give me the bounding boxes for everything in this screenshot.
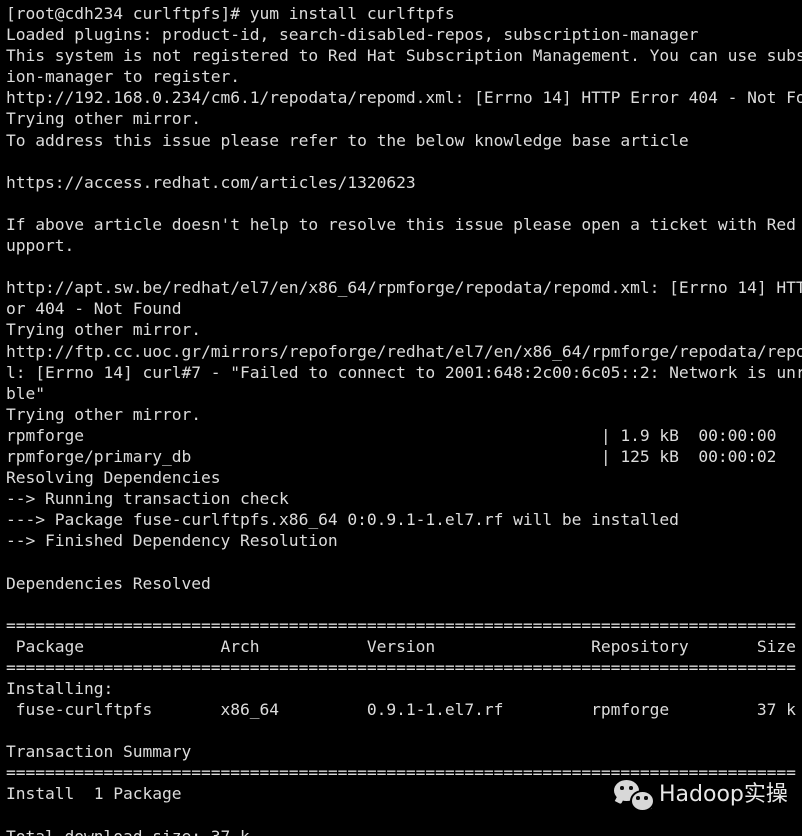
terminal-line-url: https://access.redhat.com/articles/13206… [6,172,416,192]
terminal-line: This system is not registered to Red Hat… [6,46,802,66]
table-separator: ========================================… [6,615,796,635]
terminal-line: If above article doesn't help to resolve… [6,214,802,234]
terminal-line: ---> Package fuse-curlftpfs.x86_64 0:0.9… [6,510,679,530]
install-count-line: Install 1 Package [6,784,182,804]
terminal-line: l: [Errno 14] curl#7 - "Failed to connec… [6,362,802,382]
terminal-line: Resolving Dependencies [6,468,221,488]
terminal-line: [root@cdh234 curlftpfs]# yum install cur… [6,4,455,23]
terminal-line: Trying other mirror. [6,320,202,340]
terminal-output[interactable]: [root@cdh234 curlftpfs]# yum install cur… [0,0,802,836]
terminal-line: ion-manager to register. [6,67,241,87]
terminal-line-dependencies-resolved: Dependencies Resolved [6,573,211,593]
table-header-row: Package Arch Version Repository Size [6,636,796,656]
terminal-line: To address this issue please refer to th… [6,130,689,150]
terminal-line-repo-progress: rpmforge/primary_db | 125 kB 00:00:02 [6,446,777,466]
terminal-line: ble" [6,383,46,403]
terminal-line: http://192.168.0.234/cm6.1/repodata/repo… [6,88,802,108]
terminal-line-repo-progress: rpmforge | 1.9 kB 00:00:00 [6,425,777,445]
total-download-size-line: Total download size: 37 k [6,826,802,836]
transaction-summary-title: Transaction Summary [6,742,192,762]
terminal-line: --> Finished Dependency Resolution [6,531,338,551]
terminal-line-url: http://apt.sw.be/redhat/el7/en/x86_64/rp… [6,278,802,298]
terminal-line: --> Running transaction check [6,489,289,509]
terminal-line: Trying other mirror. [6,109,202,129]
terminal-line: Trying other mirror. [6,404,202,424]
table-row: fuse-curlftpfs x86_64 0.9.1-1.el7.rf rpm… [6,700,796,720]
terminal-line: upport. [6,236,75,256]
table-separator: ========================================… [6,763,796,783]
terminal-line: or 404 - Not Found [6,299,182,319]
table-section-label: Installing: [6,679,114,698]
terminal-line-url: http://ftp.cc.uoc.gr/mirrors/repoforge/r… [6,341,802,361]
terminal-line: Loaded plugins: product-id, search-disab… [6,25,699,45]
table-separator: ========================================… [6,657,796,677]
